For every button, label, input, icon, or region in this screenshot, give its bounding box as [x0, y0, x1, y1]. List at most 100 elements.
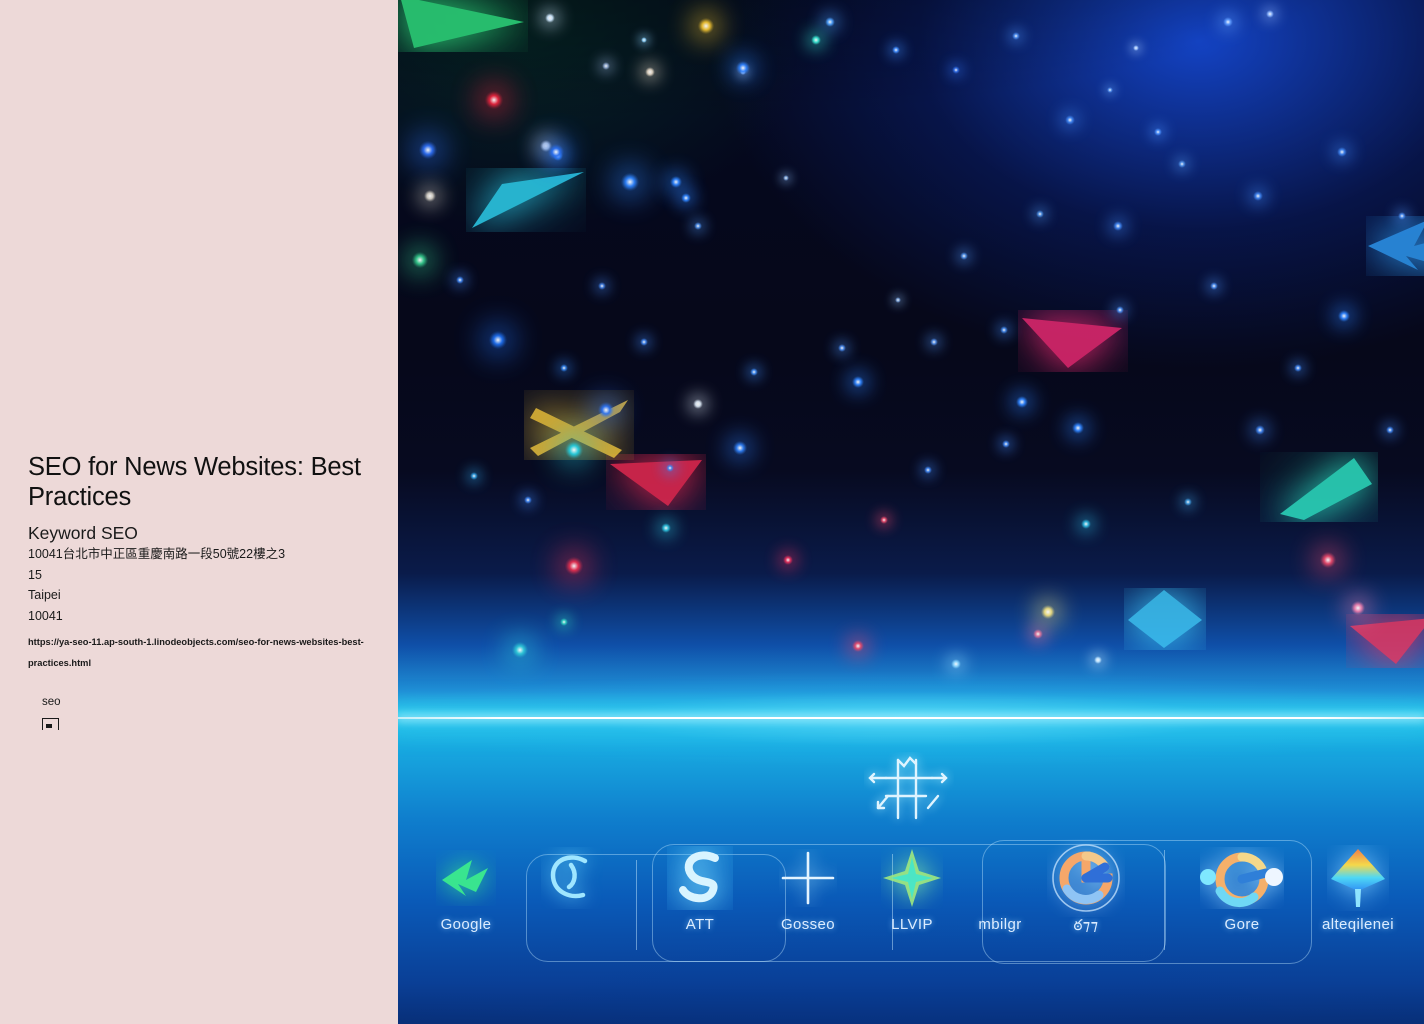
icon-bar-item-7[interactable]: Gore — [1190, 840, 1294, 933]
glow-particle — [1072, 422, 1084, 434]
glow-particle — [621, 173, 639, 191]
glow-particle — [693, 399, 703, 409]
glow-particle — [1255, 425, 1265, 435]
green-burst-icon — [414, 840, 518, 916]
glow-particle — [694, 222, 702, 230]
glow-particle — [560, 618, 568, 626]
glow-particle — [540, 140, 552, 152]
city-line: Taipei — [28, 588, 61, 602]
glow-particle — [560, 364, 568, 372]
glow-particle — [1012, 32, 1020, 40]
glow-particle — [880, 516, 888, 524]
icon-bar-item-1[interactable] — [520, 840, 624, 916]
icon-bar-divider-3 — [1164, 850, 1166, 950]
glow-particle — [1351, 601, 1365, 615]
icon-bar-item-6[interactable]: ఠ⁊⁊ — [1034, 840, 1138, 938]
glow-particle — [1036, 210, 1044, 218]
glow-particle — [553, 151, 563, 161]
icon-bar-divider-1 — [636, 860, 638, 950]
page-url-link[interactable]: https://ya-seo-11.ap-south-1.linodeobjec… — [28, 632, 368, 674]
red-shard-bottom — [1346, 614, 1424, 668]
glow-particle — [565, 557, 583, 575]
glow-particle — [489, 331, 507, 349]
glow-particle — [698, 18, 714, 34]
glow-particle — [1184, 498, 1192, 506]
glow-particle — [1266, 10, 1274, 18]
glow-particle — [565, 441, 583, 459]
glow-particle — [645, 67, 655, 77]
glow-particle — [895, 297, 901, 303]
glow-particle — [1154, 128, 1162, 136]
glow-particle — [733, 441, 747, 455]
neon-c-loop-icon — [520, 840, 624, 916]
glow-particle — [924, 466, 932, 474]
glow-particle — [750, 368, 758, 376]
glow-particle — [1320, 552, 1336, 568]
icon-bar-item-2[interactable]: ATT — [648, 840, 752, 933]
glow-particle — [598, 402, 614, 418]
glow-particle — [681, 193, 691, 203]
glow-particle — [825, 17, 835, 27]
glow-particle — [1178, 160, 1186, 168]
cyan-diamond-shard — [1124, 588, 1206, 650]
glow-particle — [1386, 426, 1394, 434]
glow-particle — [1116, 306, 1124, 314]
magenta-triangle-shard — [606, 454, 706, 510]
glow-particle — [670, 176, 682, 188]
glow-particle — [1337, 147, 1347, 157]
glow-particle — [1081, 519, 1091, 529]
address-line: 10041台北市中正區重慶南路一段50號22樓之3 — [28, 547, 286, 561]
teal-triangle-shard — [1260, 452, 1378, 522]
glow-particle — [740, 69, 746, 75]
icon-bar-item-label: Gore — [1224, 916, 1260, 933]
icon-bar-item-label: Gosseo — [780, 916, 836, 933]
glow-particle — [485, 91, 503, 109]
hero-image: Google ATT Gosseo LLVIP mbilgr ఠ⁊⁊ Gore alteqil… — [398, 0, 1424, 1024]
glow-particle — [1210, 282, 1218, 290]
glow-particle — [892, 46, 900, 54]
postal-code-line: 10041 — [28, 608, 63, 623]
glow-particle — [1253, 191, 1263, 201]
icon-bar-item-label: ATT — [685, 916, 715, 933]
blue-arrow-shard — [1366, 216, 1424, 276]
gradient-cone-icon — [1306, 840, 1410, 916]
orbit-nodes-icon — [1190, 840, 1294, 916]
glow-particle — [736, 61, 750, 75]
glow-particle — [1033, 629, 1043, 639]
glow-particle — [470, 472, 478, 480]
icon-bar-item-8[interactable]: alteqilenei — [1306, 840, 1410, 933]
glow-particle — [811, 35, 821, 45]
glow-particle — [640, 338, 648, 346]
icon-bar-item-label: Google — [440, 916, 492, 933]
page-title: SEO for News Websites: Best Practices — [28, 453, 361, 511]
street-number-line: 15 — [28, 567, 42, 582]
glow-particle — [951, 659, 961, 669]
neon-swirl-s-icon — [648, 840, 752, 916]
plus-crosshair-icon — [756, 840, 860, 916]
glow-particle — [1002, 440, 1010, 448]
icon-bar-item-0[interactable]: Google — [414, 840, 518, 933]
broken-image-icon — [42, 718, 59, 731]
abstract-crosshair-grid-glyph — [864, 752, 954, 826]
glow-particle — [1107, 87, 1113, 93]
horizon-glow — [398, 660, 1424, 778]
glow-particle — [1016, 396, 1028, 408]
glow-particle — [545, 13, 555, 23]
glow-particle — [598, 282, 606, 290]
glow-particle — [419, 141, 437, 159]
glow-particle — [548, 144, 564, 160]
horizon-line — [398, 717, 1424, 720]
gold-streak-shard — [524, 390, 634, 460]
icon-bar-item-3[interactable]: Gosseo — [756, 840, 860, 933]
icon-bar-item-label: alteqilenei — [1322, 916, 1394, 933]
glow-particle — [1041, 605, 1055, 619]
glow-particle — [424, 190, 436, 202]
glow-particle — [661, 523, 671, 533]
glow-particle — [1065, 115, 1075, 125]
glow-particle — [1398, 212, 1406, 220]
glow-particle — [666, 464, 674, 472]
glow-particle — [1338, 310, 1350, 322]
cyan-triangle-shard — [466, 168, 586, 232]
image-alt-text: seo — [42, 696, 61, 708]
keyword-heading: Keyword SEO — [28, 523, 138, 543]
